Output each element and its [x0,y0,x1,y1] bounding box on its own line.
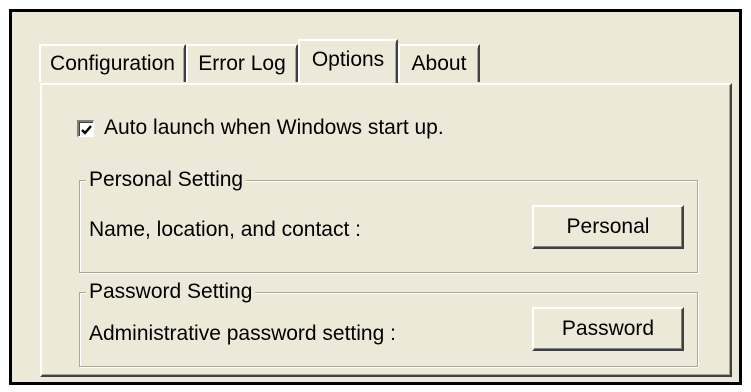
personal-setting-description: Name, location, and contact : [89,218,361,241]
auto-launch-row[interactable]: Auto launch when Windows start up. [77,116,444,140]
options-tab-panel: Auto launch when Windows start up. Perso… [40,83,732,377]
options-window: Configuration Error Log Options About Au… [9,9,742,385]
password-setting-description: Administrative password setting : [89,322,396,345]
checkmark-icon [81,124,92,135]
tab-error-log[interactable]: Error Log [186,44,298,82]
personal-setting-group: Personal Setting Name, location, and con… [79,167,698,273]
personal-setting-title: Personal Setting [86,167,247,193]
tab-configuration[interactable]: Configuration [39,44,186,82]
tab-about[interactable]: About [398,44,480,82]
auto-launch-label: Auto launch when Windows start up. [104,116,444,139]
password-button[interactable]: Password [532,307,684,351]
personal-button[interactable]: Personal [532,205,684,249]
password-setting-title: Password Setting [86,279,256,305]
tab-options[interactable]: Options [298,39,398,83]
password-setting-group: Password Setting Administrative password… [79,279,698,367]
auto-launch-checkbox[interactable] [77,119,94,137]
